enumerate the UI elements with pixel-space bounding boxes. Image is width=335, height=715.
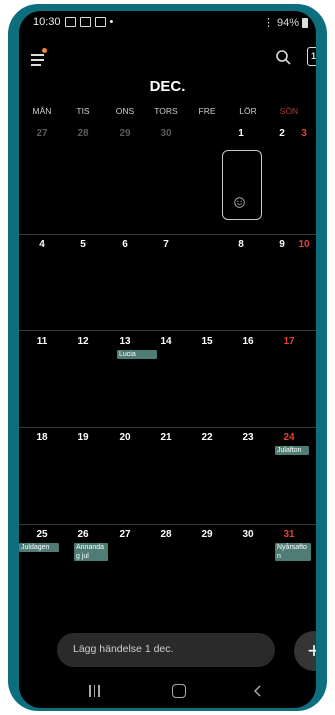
day-cell-selected[interactable]: 1	[221, 128, 261, 139]
event-nyarsafton-cont[interactable]: n	[275, 552, 311, 561]
weekday-fri: FRE	[198, 106, 216, 116]
phone-screen: 10:30 • ⋮ 94% 16 DEC. MÅN TIS ONS TORS F…	[19, 11, 316, 708]
day-cell[interactable]: 25	[22, 529, 62, 540]
day-cell[interactable]: 8	[221, 239, 261, 250]
status-bar: 10:30 • ⋮ 94%	[19, 11, 316, 35]
week-divider	[19, 524, 316, 525]
message-icon	[94, 17, 106, 27]
weekday-mon: MÅN	[32, 106, 52, 116]
day-cell[interactable]: 18	[22, 432, 62, 443]
signal-icon: ⋮	[262, 17, 274, 29]
search-icon[interactable]	[275, 49, 291, 65]
notification-icon	[64, 17, 76, 27]
today-calendar-icon[interactable]: 16	[307, 47, 316, 66]
day-cell[interactable]: 16	[228, 336, 268, 347]
day-cell-sunday[interactable]: 31	[269, 529, 309, 540]
day-cell[interactable]: 7	[146, 239, 186, 250]
day-cell-sunday[interactable]: 3	[284, 128, 316, 139]
week-divider	[19, 427, 316, 428]
day-cell[interactable]: 29	[187, 529, 227, 540]
more-notifications-icon: •	[109, 16, 114, 28]
day-cell-sunday[interactable]: 17	[269, 336, 309, 347]
day-cell[interactable]: 27	[22, 128, 62, 139]
day-cell[interactable]: 19	[63, 432, 103, 443]
day-cell[interactable]: 23	[228, 432, 268, 443]
day-cell-sunday[interactable]: 24	[269, 432, 309, 443]
day-cell[interactable]: 13	[105, 336, 145, 347]
day-cell[interactable]: 15	[187, 336, 227, 347]
day-cell[interactable]: 26	[63, 529, 103, 540]
day-cell-sunday[interactable]: 10	[284, 239, 316, 250]
day-cell[interactable]: 11	[22, 336, 62, 347]
recent-apps-icon[interactable]	[89, 685, 102, 697]
system-navigation-bar	[19, 676, 316, 706]
day-cell[interactable]: 29	[105, 128, 145, 139]
weekday-tue: TIS	[76, 106, 90, 116]
event-lucia[interactable]: Lucia	[117, 350, 157, 359]
add-event-button[interactable]: +	[294, 631, 316, 671]
battery-percent: 94%	[276, 16, 299, 29]
day-cell[interactable]: 20	[105, 432, 145, 443]
day-cell[interactable]: 4	[22, 239, 62, 250]
event-nyarsafton[interactable]: Nyårsafto	[275, 543, 311, 552]
day-cell[interactable]: 22	[187, 432, 227, 443]
week-divider	[19, 234, 316, 235]
day-cell[interactable]: 28	[63, 128, 103, 139]
day-cell[interactable]: 30	[228, 529, 268, 540]
day-cell[interactable]: 30	[146, 128, 186, 139]
day-cell[interactable]: 12	[63, 336, 103, 347]
status-time: 10:30	[33, 16, 61, 28]
weekday-header: MÅN TIS ONS TORS FRE LÖR SÖN	[19, 106, 316, 120]
day-cell[interactable]: 21	[146, 432, 186, 443]
day-cell[interactable]: 28	[146, 529, 186, 540]
mail-icon	[79, 17, 91, 27]
smiley-icon	[234, 197, 245, 208]
back-icon[interactable]	[251, 684, 265, 698]
notification-dot	[42, 48, 47, 53]
selected-day-highlight	[222, 150, 262, 220]
home-icon[interactable]	[172, 684, 186, 698]
battery-icon	[302, 17, 308, 28]
day-cell[interactable]: 5	[63, 239, 103, 250]
day-cell[interactable]: 27	[105, 529, 145, 540]
weekday-sat: LÖR	[239, 106, 257, 116]
week-divider	[19, 330, 316, 331]
event-julafton[interactable]: Julafton	[275, 446, 309, 455]
add-event-field[interactable]: Lägg händelse 1 dec.	[57, 633, 275, 667]
event-annandag-jul-cont[interactable]: g jul	[74, 552, 108, 561]
event-juldagen[interactable]: Juldagen	[19, 543, 59, 552]
month-title: DEC.	[149, 78, 186, 95]
day-cell[interactable]: 6	[105, 239, 145, 250]
plus-icon: +	[307, 638, 316, 663]
add-event-placeholder: Lägg händelse 1 dec.	[73, 643, 174, 655]
weekday-wed: ONS	[115, 106, 135, 116]
event-annandag-jul[interactable]: Annanda	[74, 543, 108, 552]
weekday-sun: SÖN	[279, 106, 299, 116]
weekday-thu: TORS	[154, 106, 178, 116]
day-cell[interactable]: 14	[146, 336, 186, 347]
menu-icon[interactable]	[31, 48, 47, 66]
